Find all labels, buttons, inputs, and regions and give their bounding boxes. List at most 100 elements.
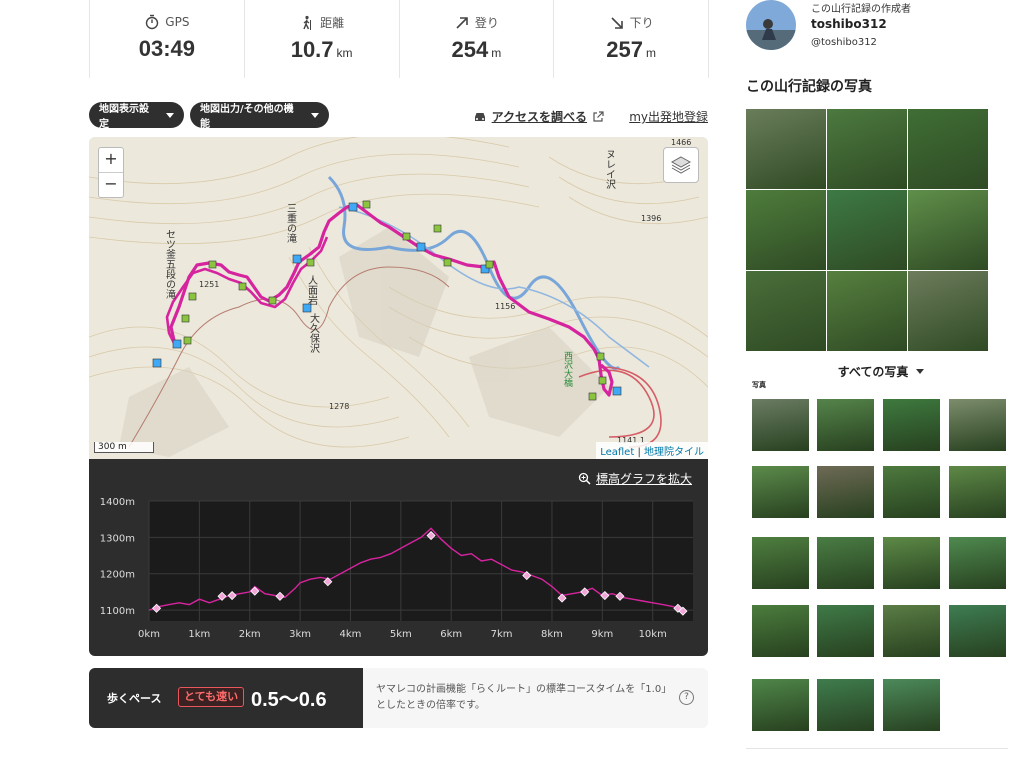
map-canvas[interactable]: 1466 1396 1251 1156 1278 1141.1 西沢大橋 セツ釜… [89,137,708,459]
photos-title: この山行記録の写真 [746,79,872,95]
chevron-down-icon [916,369,925,374]
stat-descent: 下り 257 m [554,0,709,78]
x-tick-label: 5km [390,629,412,640]
stat-label: 登り [474,16,499,30]
y-tick-label: 1100m [100,606,135,617]
photo-tile[interactable] [827,271,907,351]
elevation-chart: 0km 1km 2km 3km 4km 5km 6km 7km 8km 9km 10km 1100m 1… [100,497,693,640]
gsi-tile-link[interactable]: 地理院タイル [644,447,704,458]
all-photos-label: すべての写真 [837,365,909,379]
photo-tile[interactable] [908,271,988,351]
arrow-down-right-icon [611,16,623,29]
author-caption: この山行記録の作成者 [811,4,911,15]
photo-thumbnail[interactable] [752,466,809,518]
stat-unit: m [491,46,502,60]
map-label-bridge: 西沢大橋 [562,351,573,388]
x-tick-label: 4km [340,629,362,640]
stat-time: GPS 03:49 [90,0,245,78]
photo-thumbnail[interactable] [949,399,1006,451]
leaflet-link[interactable]: Leaflet [600,447,634,458]
photo-thumbnail[interactable] [817,679,874,731]
all-photos-toggle[interactable]: すべての写真 [746,363,1016,380]
photo-thumbnail[interactable] [883,537,940,589]
zoom-out-button[interactable]: − [99,173,123,197]
pace-description: ヤマレコの計画機能「らくルート」の標準コースタイムを「1.0」としたときの倍率で… [376,684,672,711]
photo-tile[interactable] [908,190,988,270]
stat-value: 03:49 [138,36,196,61]
photo-tile[interactable] [746,109,826,189]
attribution-separator: | [634,447,644,458]
photo-thumbnail[interactable] [752,605,809,657]
my-start-link[interactable]: my出発地登録 [629,108,708,125]
x-tick-label: 10km [639,629,667,640]
x-tick-label: 9km [591,629,613,640]
y-tick-label: 1200m [100,570,135,581]
divider [746,748,1008,749]
photo-thumbnail[interactable] [883,466,940,518]
photo-thumbnail[interactable] [949,605,1006,657]
photo-thumbnail[interactable] [883,605,940,657]
photo-thumbnail[interactable] [752,537,809,589]
map-label-fall: 三重の滝 [285,203,297,243]
photo-tile[interactable] [827,109,907,189]
route-map[interactable]: 1466 1396 1251 1156 1278 1141.1 西沢大橋 セツ釜… [89,137,708,459]
access-label: アクセスを調べる [491,110,587,124]
x-tick-label: 2km [239,629,261,640]
photo-thumbnail[interactable] [817,537,874,589]
map-label-rock: 人面岩 [306,275,318,306]
zoom-in-button[interactable]: + [99,148,123,173]
photo-thumbnail[interactable] [817,466,874,518]
x-tick-label: 6km [440,629,462,640]
x-tick-label: 0km [138,629,160,640]
photo-thumbnail[interactable] [817,399,874,451]
author-block: この山行記録の作成者 toshibo312 @toshibo312 [746,0,1016,60]
stats-bar: GPS 03:49 距離 10.7 km 登り 254 m 下り 257 m [89,0,709,78]
hiker-icon [303,15,312,30]
avatar[interactable] [746,0,796,50]
author-name[interactable]: toshibo312 [811,17,887,31]
author-handle: @toshibo312 [811,37,877,48]
photo-thumbnail[interactable] [949,537,1006,589]
pace-badge: とても速い [178,687,245,707]
photo-tile[interactable] [746,271,826,351]
photo-tile[interactable] [746,190,826,270]
photo-thumbnail[interactable] [949,466,1006,518]
photos-section-label: 写真 [752,381,766,389]
export-label: 地図出力/その他の機能 [200,104,294,130]
stat-unit: m [645,46,656,60]
photo-thumbnail[interactable] [817,605,874,657]
map-settings-label: 地図表示設定 [99,104,149,130]
photo-grid [746,109,988,352]
photo-tile[interactable] [908,109,988,189]
x-tick-label: 7km [491,629,513,640]
map-settings-button[interactable]: 地図表示設定 [89,102,184,130]
map-toolbar: 地図表示設定 地図出力/その他の機能 アクセスを調べる my出発地登録 [89,102,708,130]
pace-value: 0.5〜0.6 [251,689,327,711]
map-label-elevation: 1278 [329,402,349,411]
access-link[interactable]: アクセスを調べる [473,108,604,125]
photo-thumbnail[interactable] [752,399,809,451]
layers-icon [670,156,692,174]
x-tick-label: 3km [289,629,311,640]
stat-unit: km [336,46,353,60]
stat-value: 10.7 [290,37,334,62]
pace-label: 歩くペース [107,692,162,705]
photo-thumbnail[interactable] [752,679,809,731]
map-label-elevation: 1466 [671,138,691,147]
map-label-elevation: 1396 [641,214,661,223]
layers-button[interactable] [663,147,699,183]
photo-thumbnail[interactable] [883,399,940,451]
car-icon [474,112,485,121]
stat-label: 下り [629,16,654,30]
map-label-stream: 大久保沢 [308,312,320,354]
help-icon[interactable]: ? [679,690,694,705]
photo-tile[interactable] [827,190,907,270]
map-scale: 300 m [94,442,154,453]
zoom-control: + − [98,147,124,198]
export-button[interactable]: 地図出力/その他の機能 [190,102,329,130]
y-tick-label: 1300m [100,533,135,544]
stat-value: 254 [451,37,489,62]
chevron-down-icon [311,112,319,118]
x-tick-label: 8km [541,629,563,640]
photo-thumbnail[interactable] [883,679,940,731]
